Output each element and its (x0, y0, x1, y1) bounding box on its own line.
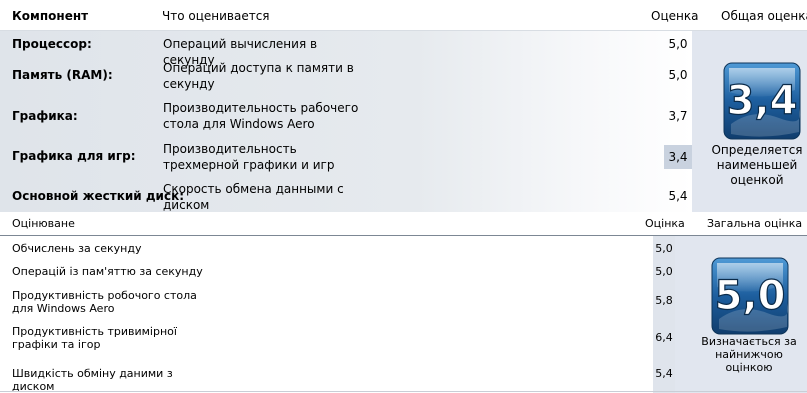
component-label: Графика для игр: (12, 149, 136, 163)
table-row: Продуктивність робочого стола для Window… (0, 282, 675, 320)
component-description: Операцій із пам'яттю за секунду (12, 265, 203, 278)
component-description: Производительность рабочего стола для Wi… (163, 101, 359, 131)
table-row: Продуктивність тривимірної графіки та іг… (0, 320, 675, 356)
component-description: Продуктивність тривимірної графіки та іг… (12, 325, 177, 351)
component-score: 5,0 (668, 68, 688, 82)
table-header: Оцінюване Оцінка Загальна оцінка (0, 212, 807, 236)
component-label: Графика: (12, 109, 78, 123)
component-score: 5,8 (655, 294, 673, 307)
header-score: Оценка (651, 9, 699, 23)
table-row-gaming-graphics: Графика для игр: Производительность трех… (0, 137, 692, 176)
component-score: 6,4 (655, 331, 673, 344)
header-component: Компонент (12, 9, 89, 23)
component-description: Швидкість обміну даними з диском (12, 367, 173, 393)
component-description: Скорость обмена данными с диском (163, 182, 344, 212)
component-description: Продуктивність робочого стола для Window… (12, 289, 197, 315)
table-row: Операцій із пам'яттю за секунду 5,0 (0, 260, 675, 282)
component-score: 3,7 (668, 109, 688, 123)
component-label: Память (RAM): (12, 68, 113, 82)
component-score: 5,0 (668, 37, 688, 51)
component-score-lowest: 3,4 (664, 145, 692, 169)
component-description: Операций доступа к памяти в секунду (163, 61, 354, 91)
base-score-caption: Определяется наименьшей оценкой (711, 143, 803, 187)
header-base-score: Общая оценка (721, 9, 807, 23)
component-score: 5,4 (668, 189, 688, 203)
header-what: Что оценивается (162, 9, 270, 23)
base-score-value: 5,0 (715, 273, 786, 319)
divider (0, 391, 807, 392)
rating-panel-uk: Оцінюване Оцінка Загальна оцінка Обчисле… (0, 212, 807, 393)
header-what: Оцінюване (12, 217, 75, 230)
table-row-disk: Основной жесткий диск: Скорость обмена д… (0, 176, 692, 212)
table-row-cpu: Процессор: Операций вычисления в секунду… (0, 31, 692, 67)
base-score-badge: 3,4 (723, 62, 801, 140)
base-score-value: 3,4 (727, 78, 798, 124)
base-score-caption: Визначається за найнижчою оцінкою (701, 335, 797, 374)
table-header: Компонент Что оценивается Оценка Общая о… (0, 0, 807, 31)
header-score: Оцінка (645, 217, 685, 230)
table-row-graphics: Графика: Производительность рабочего сто… (0, 94, 692, 137)
component-description: Производительность трехмерной графики и … (163, 142, 335, 172)
table-row: Обчислень за секунду 5,0 (0, 236, 675, 260)
header-base-score: Загальна оцінка (707, 217, 803, 230)
table-row: Швидкість обміну даними з диском 5,4 (0, 356, 675, 393)
component-score: 5,0 (655, 242, 673, 255)
rating-panel-ru: Компонент Что оценивается Оценка Общая о… (0, 0, 807, 212)
component-description: Обчислень за секунду (12, 242, 142, 255)
table-row-ram: Память (RAM): Операций доступа к памяти … (0, 56, 692, 94)
component-label: Процессор: (12, 37, 92, 51)
component-label: Основной жесткий диск: (12, 189, 185, 203)
component-score: 5,0 (655, 265, 673, 278)
base-score-badge: 5,0 (711, 257, 789, 335)
component-score: 5,4 (655, 367, 673, 380)
